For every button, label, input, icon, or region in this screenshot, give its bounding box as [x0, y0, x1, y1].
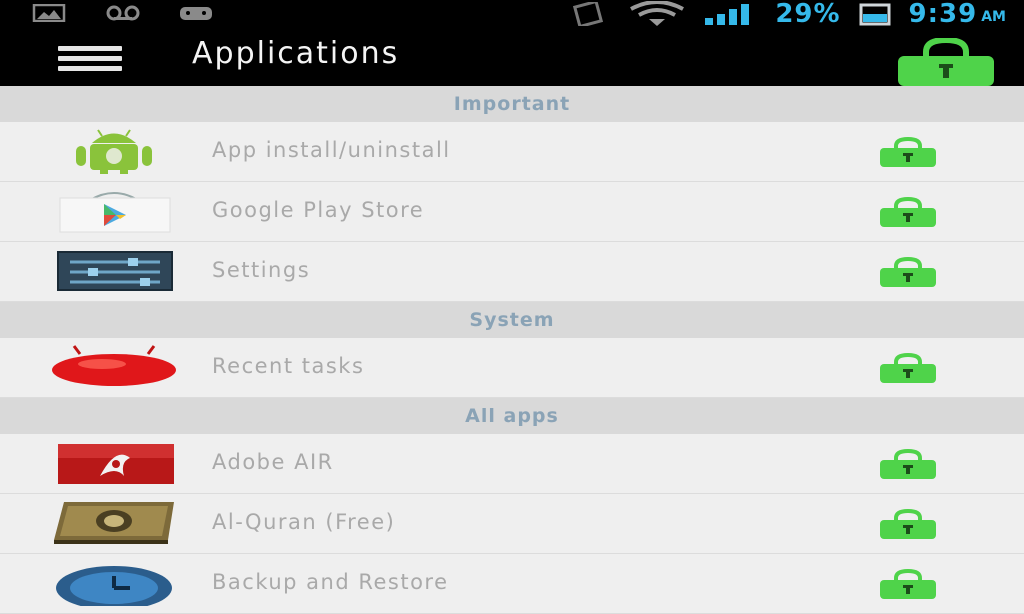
lock-icon[interactable] — [878, 257, 938, 287]
jellybean-icon — [52, 345, 176, 386]
app-list: Important App install/uninstall Google P… — [0, 86, 1024, 614]
android-robot-icon — [76, 129, 152, 174]
adobe-air-icon — [58, 444, 174, 484]
battery-icon — [859, 3, 891, 26]
app-label: Backup and Restore — [212, 570, 449, 594]
app-row-recent-tasks[interactable]: Recent tasks — [0, 338, 1024, 398]
app-row-backup-and-restore[interactable]: Backup and Restore — [0, 554, 1024, 614]
lock-icon[interactable] — [878, 197, 938, 227]
battery-percent: 29% — [775, 0, 841, 29]
backup-clock-icon — [56, 566, 172, 606]
app-label: Google Play Store — [212, 198, 425, 222]
status-bar: 29% 9:39 AM — [0, 0, 1024, 29]
lock-icon[interactable] — [878, 353, 938, 383]
lock-icon[interactable] — [878, 449, 938, 479]
app-row-settings[interactable]: Settings — [0, 242, 1024, 302]
voicemail-notification-icon — [106, 5, 140, 21]
gamepad-notification-icon — [180, 7, 212, 20]
clock-time: 9:39 — [908, 0, 978, 29]
section-header-all-apps: All apps — [0, 398, 1024, 434]
quran-book-icon — [54, 502, 174, 544]
app-label: Al-Quran (Free) — [212, 510, 396, 534]
app-label: Recent tasks — [212, 354, 365, 378]
app-row-app-install-uninstall[interactable]: App install/uninstall — [0, 122, 1024, 182]
hamburger-menu-icon[interactable] — [58, 46, 122, 71]
rotation-icon — [573, 2, 604, 26]
lock-icon[interactable] — [878, 137, 938, 167]
section-header-important: Important — [0, 86, 1024, 122]
lock-icon[interactable] — [878, 509, 938, 539]
app-label: Adobe AIR — [212, 450, 334, 474]
image-notification-icon — [32, 4, 66, 22]
clock-ampm: AM — [981, 9, 1006, 25]
section-header-system: System — [0, 302, 1024, 338]
action-bar: Applications — [0, 28, 1024, 86]
app-row-google-play-store[interactable]: Google Play Store — [0, 182, 1024, 242]
page-title: Applications — [192, 36, 400, 71]
signal-icon — [705, 4, 750, 25]
master-lock-icon[interactable] — [894, 38, 998, 86]
app-row-al-quran[interactable]: Al-Quran (Free) — [0, 494, 1024, 554]
app-row-adobe-air[interactable]: Adobe AIR — [0, 434, 1024, 494]
app-label: App install/uninstall — [212, 138, 451, 162]
app-label: Settings — [212, 258, 311, 282]
settings-sliders-icon — [57, 251, 173, 291]
wifi-icon — [630, 1, 685, 26]
lock-icon[interactable] — [878, 569, 938, 599]
play-store-icon — [59, 192, 171, 233]
